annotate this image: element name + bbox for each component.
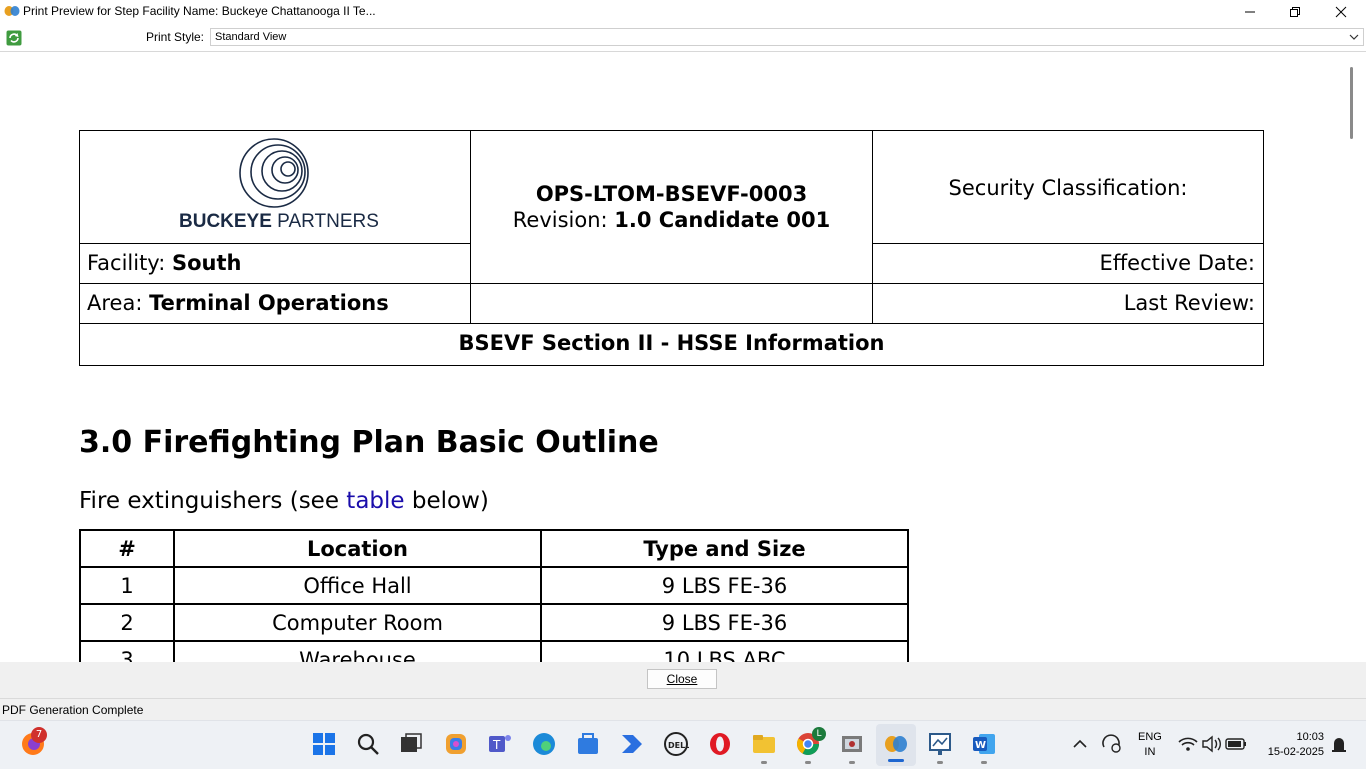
- system-clock[interactable]: 10:03 15-02-2025: [1254, 730, 1324, 760]
- running-indicator: [805, 761, 811, 764]
- last-review-label: Last Review:: [1123, 291, 1255, 315]
- security-classification-label: Security Classification:: [948, 176, 1188, 200]
- fire-extinguisher-table: # Location Type and Size 1 Office Hall 9…: [79, 529, 909, 662]
- logo-cell: BUCKEYE PARTNERS: [79, 130, 471, 244]
- close-button[interactable]: Close: [647, 669, 717, 689]
- chevron-down-icon: [1349, 34, 1359, 40]
- table-row: 3 Warehouse 10 LBS ABC: [79, 640, 909, 662]
- teams-icon[interactable]: T: [487, 731, 513, 757]
- facility-cell: Facility: South: [79, 243, 471, 284]
- table-cell: 9 LBS FE-36: [540, 566, 909, 605]
- empty-cell: [470, 283, 873, 324]
- column-header: #: [79, 529, 175, 568]
- print-style-label: Print Style:: [146, 30, 205, 44]
- print-style-bar: Print Style: Standard View: [0, 24, 1366, 52]
- title-bar: Print Preview for Step Facility Name: Bu…: [0, 0, 1366, 24]
- search-icon[interactable]: [355, 731, 381, 757]
- edge-icon[interactable]: [531, 731, 557, 757]
- running-indicator: [761, 761, 767, 764]
- refresh-icon[interactable]: [6, 30, 22, 46]
- word-icon[interactable]: W: [971, 731, 997, 764]
- section-title-cell: BSEVF Section II - HSSE Information: [79, 323, 1264, 366]
- status-bar: PDF Generation Complete: [0, 698, 1366, 721]
- table-link[interactable]: table: [346, 488, 404, 514]
- task-view-icon[interactable]: [398, 731, 424, 757]
- section-title: BSEVF Section II - HSSE Information: [458, 331, 885, 355]
- vertical-scrollbar[interactable]: [1346, 52, 1366, 662]
- table-cell: 2: [79, 603, 175, 642]
- table-cell: 3: [79, 640, 175, 662]
- close-window-button[interactable]: [1318, 0, 1364, 24]
- minimize-icon: [1245, 11, 1255, 13]
- sync-status-icon[interactable]: [1099, 731, 1123, 757]
- print-style-value: Standard View: [215, 31, 287, 43]
- effective-date-label: Effective Date:: [1099, 251, 1255, 275]
- show-hidden-icons-chevron-up-icon[interactable]: [1067, 731, 1091, 757]
- table-header-row: # Location Type and Size: [79, 529, 909, 568]
- intro-paragraph: Fire extinguishers (see table below): [79, 488, 489, 514]
- window-title: Print Preview for Step Facility Name: Bu…: [23, 4, 376, 18]
- table-cell: Computer Room: [173, 603, 542, 642]
- effective-date-cell: Effective Date:: [872, 243, 1264, 284]
- document-header-table: BUCKEYE PARTNERS OPS-LTOM-BSEVF-0003 Rev…: [79, 130, 1264, 366]
- last-review-cell: Last Review:: [872, 283, 1264, 324]
- table-cell: Office Hall: [173, 566, 542, 605]
- active-app-icon[interactable]: [883, 731, 909, 757]
- clock-date: 15-02-2025: [1267, 746, 1324, 758]
- section-heading: 3.0 Firefighting Plan Basic Outline: [79, 425, 659, 460]
- wifi-icon[interactable]: [1175, 731, 1199, 757]
- profile-badge: L: [812, 727, 826, 741]
- copilot-icon[interactable]: [443, 731, 469, 757]
- document-number: OPS-LTOM-BSEVF-0003: [535, 182, 808, 206]
- table-row: 2 Computer Room 9 LBS FE-36: [79, 603, 909, 642]
- store-icon[interactable]: [575, 731, 601, 757]
- dialog-button-bar: Close: [0, 662, 1366, 698]
- running-indicator: [849, 761, 855, 764]
- dell-icon[interactable]: DELL: [663, 731, 690, 757]
- app-icon: [4, 6, 20, 16]
- presentation-app-icon[interactable]: [927, 731, 953, 764]
- security-classification-cell: Security Classification:: [872, 130, 1264, 244]
- print-preview-document: BUCKEYE PARTNERS OPS-LTOM-BSEVF-0003 Rev…: [0, 52, 1346, 662]
- facility-field: Facility: South: [87, 251, 242, 275]
- notification-icon[interactable]: [1326, 731, 1350, 757]
- document-revision: Revision: 1.0 Candidate 001: [512, 208, 831, 232]
- restore-icon: [1290, 7, 1300, 17]
- svg-text:DELL: DELL: [668, 741, 689, 750]
- file-explorer-icon[interactable]: [751, 731, 777, 764]
- document-id-cell: OPS-LTOM-BSEVF-0003 Revision: 1.0 Candid…: [470, 130, 873, 284]
- running-indicator: [981, 761, 987, 764]
- remote-desktop-icon[interactable]: [839, 731, 865, 764]
- table-cell: Warehouse: [173, 640, 542, 662]
- column-header: Type and Size: [540, 529, 909, 568]
- table-cell: 9 LBS FE-36: [540, 603, 909, 642]
- language-indicator[interactable]: ENG IN: [1138, 730, 1162, 760]
- print-style-dropdown[interactable]: Standard View: [210, 28, 1364, 46]
- notification-badge: 7: [31, 727, 47, 743]
- buckeye-logo-icon: [239, 138, 309, 208]
- table-cell: 10 LBS ABC: [540, 640, 909, 662]
- close-icon: [1335, 6, 1347, 18]
- running-indicator: [937, 761, 943, 764]
- svg-text:T: T: [492, 738, 501, 752]
- battery-icon[interactable]: [1223, 731, 1247, 757]
- minimize-button[interactable]: [1227, 0, 1273, 24]
- company-logo-text: BUCKEYE PARTNERS: [179, 211, 379, 232]
- table-row: 1 Office Hall 9 LBS FE-36: [79, 566, 909, 605]
- column-header: Location: [173, 529, 542, 568]
- restore-button[interactable]: [1272, 0, 1318, 24]
- status-text: PDF Generation Complete: [2, 703, 144, 717]
- clock-time: 10:03: [1296, 731, 1324, 743]
- start-button-icon[interactable]: [311, 731, 337, 757]
- active-app-indicator: [888, 759, 904, 762]
- table-cell: 1: [79, 566, 175, 605]
- area-cell: Area: Terminal Operations: [79, 283, 471, 324]
- power-automate-icon[interactable]: [619, 731, 645, 757]
- svg-text:W: W: [975, 740, 986, 751]
- area-field: Area: Terminal Operations: [87, 291, 389, 315]
- volume-icon[interactable]: [1199, 731, 1223, 757]
- opera-icon[interactable]: [707, 731, 733, 757]
- scrollbar-thumb[interactable]: [1350, 67, 1353, 139]
